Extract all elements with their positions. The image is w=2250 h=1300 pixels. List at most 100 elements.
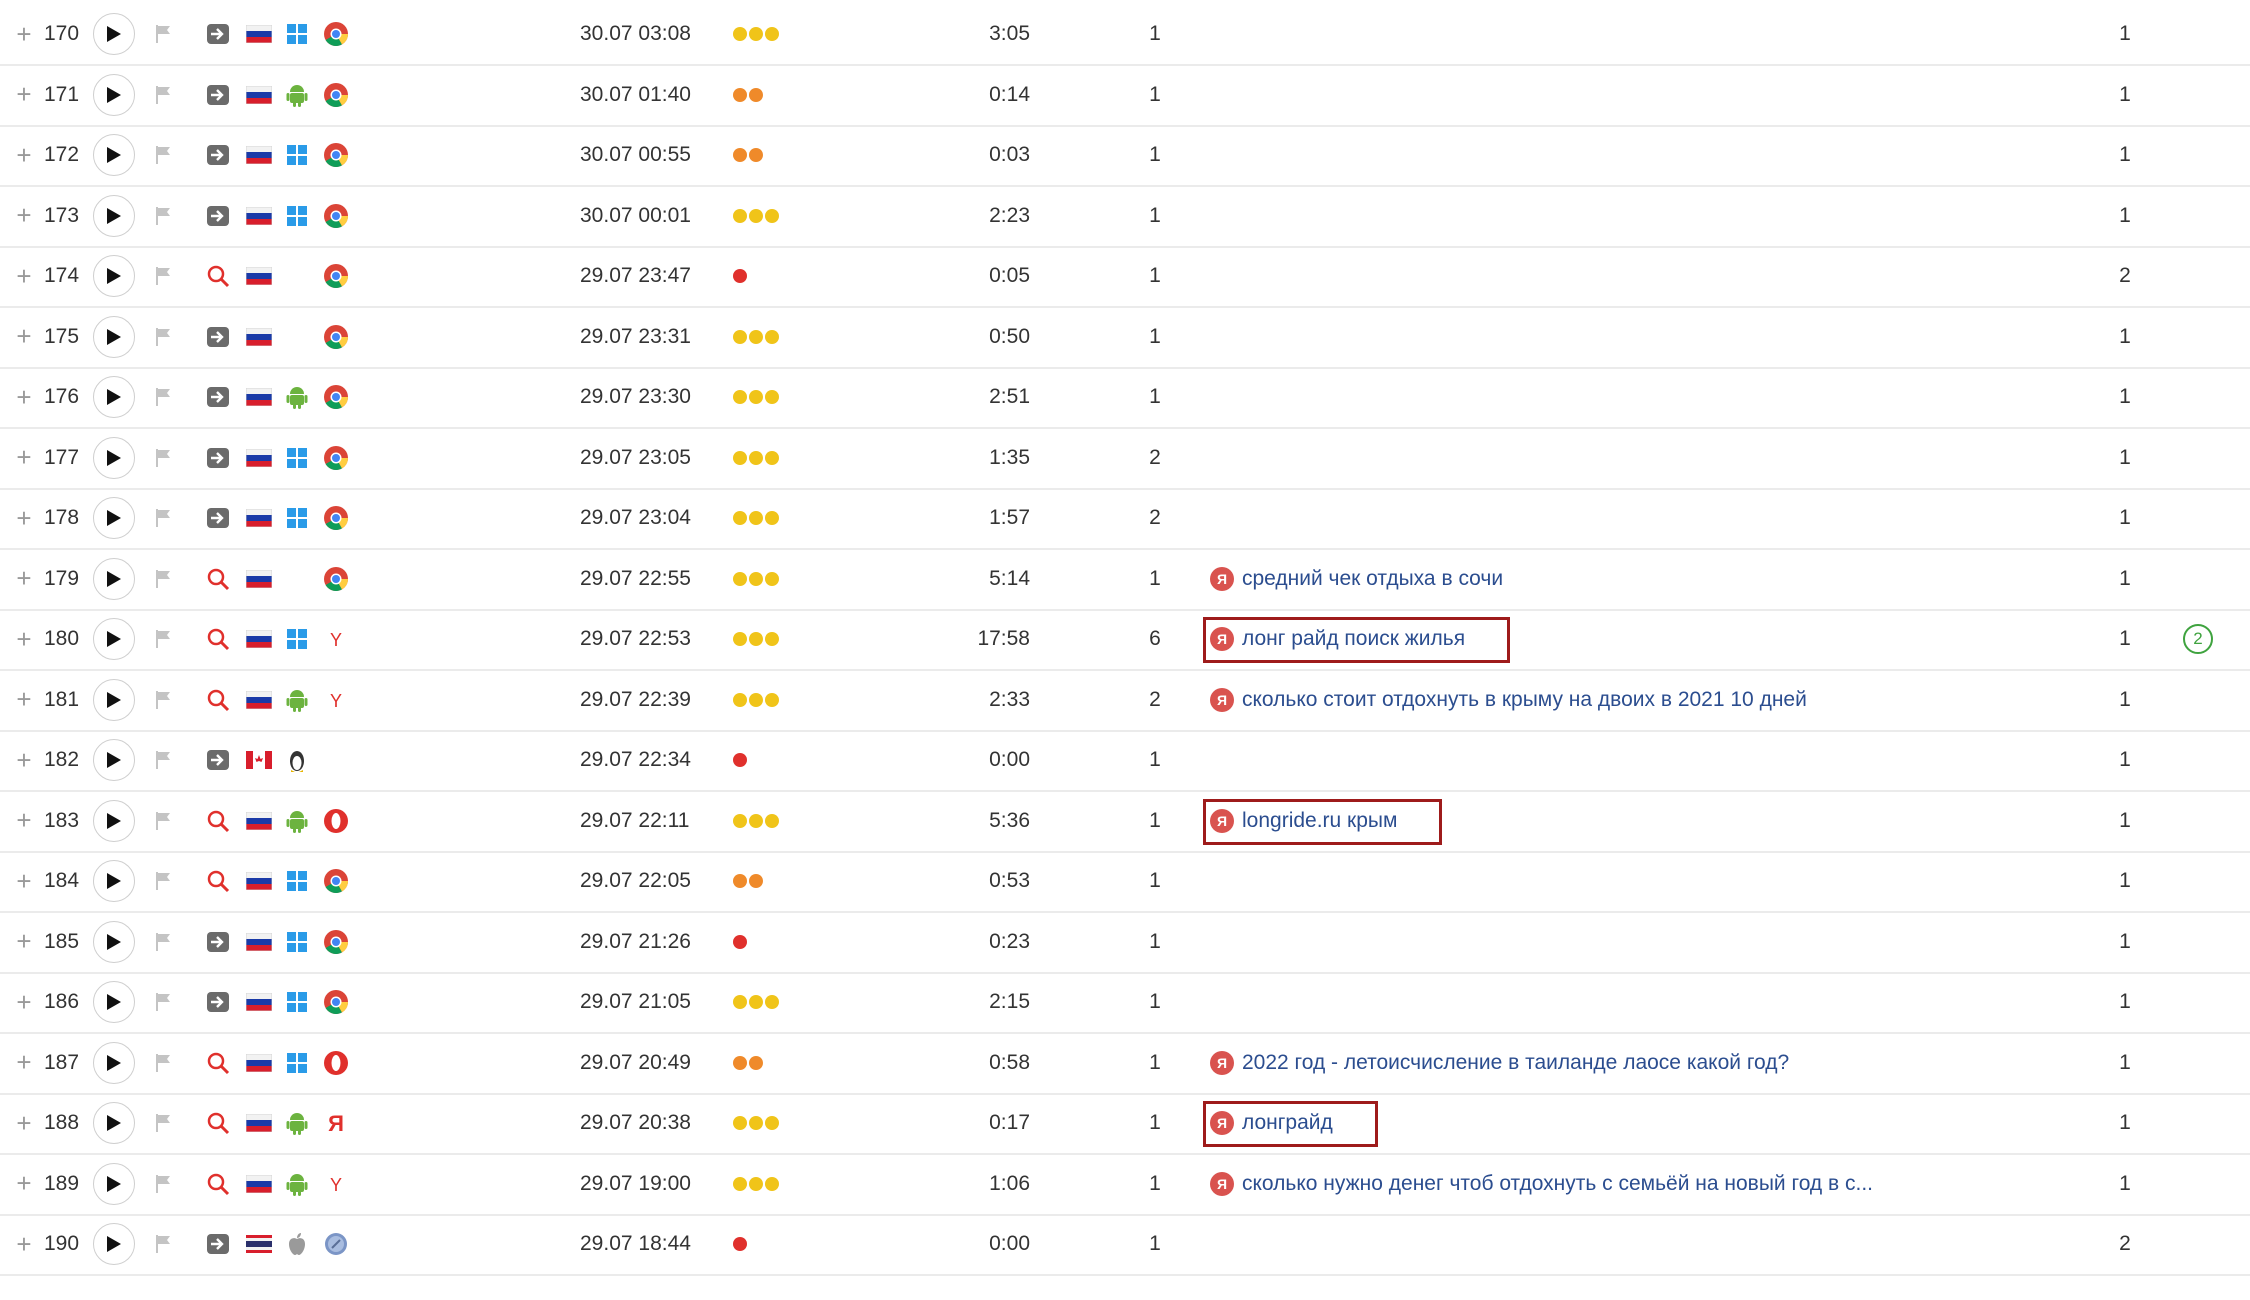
expand-row-button[interactable]: +	[12, 851, 36, 911]
search-phrase[interactable]: Я 2022 год - летоисчисление в таиланде ла…	[1210, 1033, 1950, 1093]
expand-row-button[interactable]: +	[12, 307, 36, 367]
play-icon[interactable]	[93, 376, 135, 418]
play-recording-button[interactable]	[93, 670, 137, 730]
play-recording-button[interactable]	[93, 1154, 137, 1214]
flag-icon[interactable]	[154, 428, 176, 488]
flag-icon[interactable]	[154, 186, 176, 246]
play-recording-button[interactable]	[93, 488, 137, 548]
table-row[interactable]: +173 30.07 00:01 2:23 1 1	[0, 186, 2250, 248]
table-row[interactable]: +185 29.07 21:26 0:23 1 1	[0, 912, 2250, 974]
expand-row-button[interactable]: +	[12, 65, 36, 125]
play-icon[interactable]	[93, 557, 135, 600]
expand-row-button[interactable]: +	[12, 4, 36, 64]
play-icon[interactable]	[93, 13, 135, 55]
play-icon[interactable]	[93, 73, 135, 116]
flag-icon[interactable]	[154, 851, 176, 911]
expand-row-button[interactable]: +	[12, 609, 36, 669]
table-row[interactable]: +187 29.07 20:49 0:58 1 Я 2022 год - летоисчи…	[0, 1033, 2250, 1095]
play-recording-button[interactable]	[93, 1093, 137, 1153]
flag-icon[interactable]	[154, 1033, 176, 1093]
play-icon[interactable]	[93, 436, 135, 479]
play-recording-button[interactable]	[93, 428, 137, 488]
flag-icon[interactable]	[154, 4, 176, 64]
play-icon[interactable]	[93, 1102, 135, 1144]
table-row[interactable]: +171 30.07 01:40 0:14 1 1	[0, 65, 2250, 127]
table-row[interactable]: +172 30.07 00:55 0:03 1 1	[0, 125, 2250, 187]
play-recording-button[interactable]	[93, 609, 137, 669]
expand-row-button[interactable]: +	[12, 549, 36, 609]
play-recording-button[interactable]	[93, 125, 137, 185]
flag-icon[interactable]	[154, 307, 176, 367]
expand-row-button[interactable]: +	[12, 1214, 36, 1274]
table-row[interactable]: +183 29.07 22:11 5:36 1 Яlongride.ru крым 1	[0, 791, 2250, 853]
search-phrase[interactable]: Яlongride.ru крым	[1210, 791, 1950, 851]
flag-icon[interactable]	[154, 488, 176, 548]
search-phrase-link[interactable]: сколько стоит отдохнуть в крыму на двоих…	[1242, 688, 1807, 712]
flag-icon[interactable]	[154, 609, 176, 669]
flag-icon[interactable]	[154, 912, 176, 972]
flag-icon[interactable]	[154, 367, 176, 427]
flag-icon[interactable]	[154, 730, 176, 790]
flag-icon[interactable]	[154, 549, 176, 609]
table-row[interactable]: +189 Y 29.07 19:00 1:06 1 Ясколько нужно дене…	[0, 1154, 2250, 1216]
table-row[interactable]: +181 Y 29.07 22:39 2:33 2 Ясколько стоит отдо…	[0, 670, 2250, 732]
search-phrase[interactable]: Ясредний чек отдыха в сочи	[1210, 549, 1950, 609]
play-icon[interactable]	[93, 1041, 135, 1084]
expand-row-button[interactable]: +	[12, 972, 36, 1032]
expand-row-button[interactable]: +	[12, 791, 36, 851]
search-phrase-link[interactable]: 2022 год - летоисчисление в таиланде лао…	[1242, 1051, 1789, 1075]
play-icon[interactable]	[93, 194, 135, 237]
play-recording-button[interactable]	[93, 791, 137, 851]
search-phrase-link[interactable]: лонграйд	[1242, 1111, 1333, 1135]
flag-icon[interactable]	[154, 972, 176, 1032]
play-recording-button[interactable]	[93, 730, 137, 790]
flag-icon[interactable]	[154, 65, 176, 125]
play-icon[interactable]	[93, 497, 135, 539]
expand-row-button[interactable]: +	[12, 488, 36, 548]
table-row[interactable]: +186 29.07 21:05 2:15 1 1	[0, 972, 2250, 1034]
search-phrase[interactable]: Ясколько стоит отдохнуть в крыму на двои…	[1210, 670, 1950, 730]
play-recording-button[interactable]	[93, 186, 137, 246]
play-recording-button[interactable]	[93, 912, 137, 972]
flag-icon[interactable]	[154, 246, 176, 306]
play-icon[interactable]	[93, 981, 135, 1023]
table-row-partial[interactable]	[0, 1275, 2250, 1300]
expand-row-button[interactable]: +	[12, 246, 36, 306]
play-icon[interactable]	[93, 678, 135, 721]
table-row[interactable]: +179 29.07 22:55 5:14 1 Ясредний чек отдыха …	[0, 549, 2250, 611]
table-row[interactable]: +184 29.07 22:05 0:53 1 1	[0, 851, 2250, 913]
table-row[interactable]: +175 29.07 23:31 0:50 1 1	[0, 307, 2250, 369]
expand-row-button[interactable]: +	[12, 1033, 36, 1093]
play-icon[interactable]	[93, 1223, 135, 1265]
play-icon[interactable]	[93, 255, 135, 297]
flag-icon[interactable]	[154, 125, 176, 185]
expand-row-button[interactable]: +	[12, 912, 36, 972]
play-icon[interactable]	[93, 1162, 135, 1205]
expand-row-button[interactable]: +	[12, 367, 36, 427]
play-icon[interactable]	[93, 739, 135, 781]
table-row[interactable]: +178 29.07 23:04 1:57 2 1	[0, 488, 2250, 550]
flag-icon[interactable]	[154, 1154, 176, 1214]
play-icon[interactable]	[93, 315, 135, 358]
play-recording-button[interactable]	[93, 549, 137, 609]
play-recording-button[interactable]	[93, 1033, 137, 1093]
table-row[interactable]: +182 29.07 22:34 0:00 1 1	[0, 730, 2250, 792]
play-recording-button[interactable]	[93, 1214, 137, 1274]
play-icon[interactable]	[93, 860, 135, 902]
search-phrase[interactable]: Ялонграйд	[1210, 1093, 1950, 1153]
search-phrase-link[interactable]: longride.ru крым	[1242, 809, 1397, 833]
table-row[interactable]: +190 29.07 18:44 0:00 1 2	[0, 1214, 2250, 1276]
search-phrase-link[interactable]: средний чек отдыха в сочи	[1242, 567, 1503, 591]
play-recording-button[interactable]	[93, 4, 137, 64]
play-icon[interactable]	[93, 920, 135, 963]
expand-row-button[interactable]: +	[12, 730, 36, 790]
table-row[interactable]: +170 30.07 03:08 3:05 1 1	[0, 4, 2250, 66]
play-recording-button[interactable]	[93, 851, 137, 911]
search-phrase-link[interactable]: сколько нужно денег чтоб отдохнуть с сем…	[1242, 1172, 1873, 1196]
play-icon[interactable]	[93, 799, 135, 842]
expand-row-button[interactable]: +	[12, 125, 36, 185]
table-row[interactable]: +177 29.07 23:05 1:35 2 1	[0, 428, 2250, 490]
table-row[interactable]: +188 Я 29.07 20:38 0:17 1 Ялонграйд 1	[0, 1093, 2250, 1155]
visit-number-badge[interactable]: 2	[2180, 609, 2216, 669]
flag-icon[interactable]	[154, 791, 176, 851]
